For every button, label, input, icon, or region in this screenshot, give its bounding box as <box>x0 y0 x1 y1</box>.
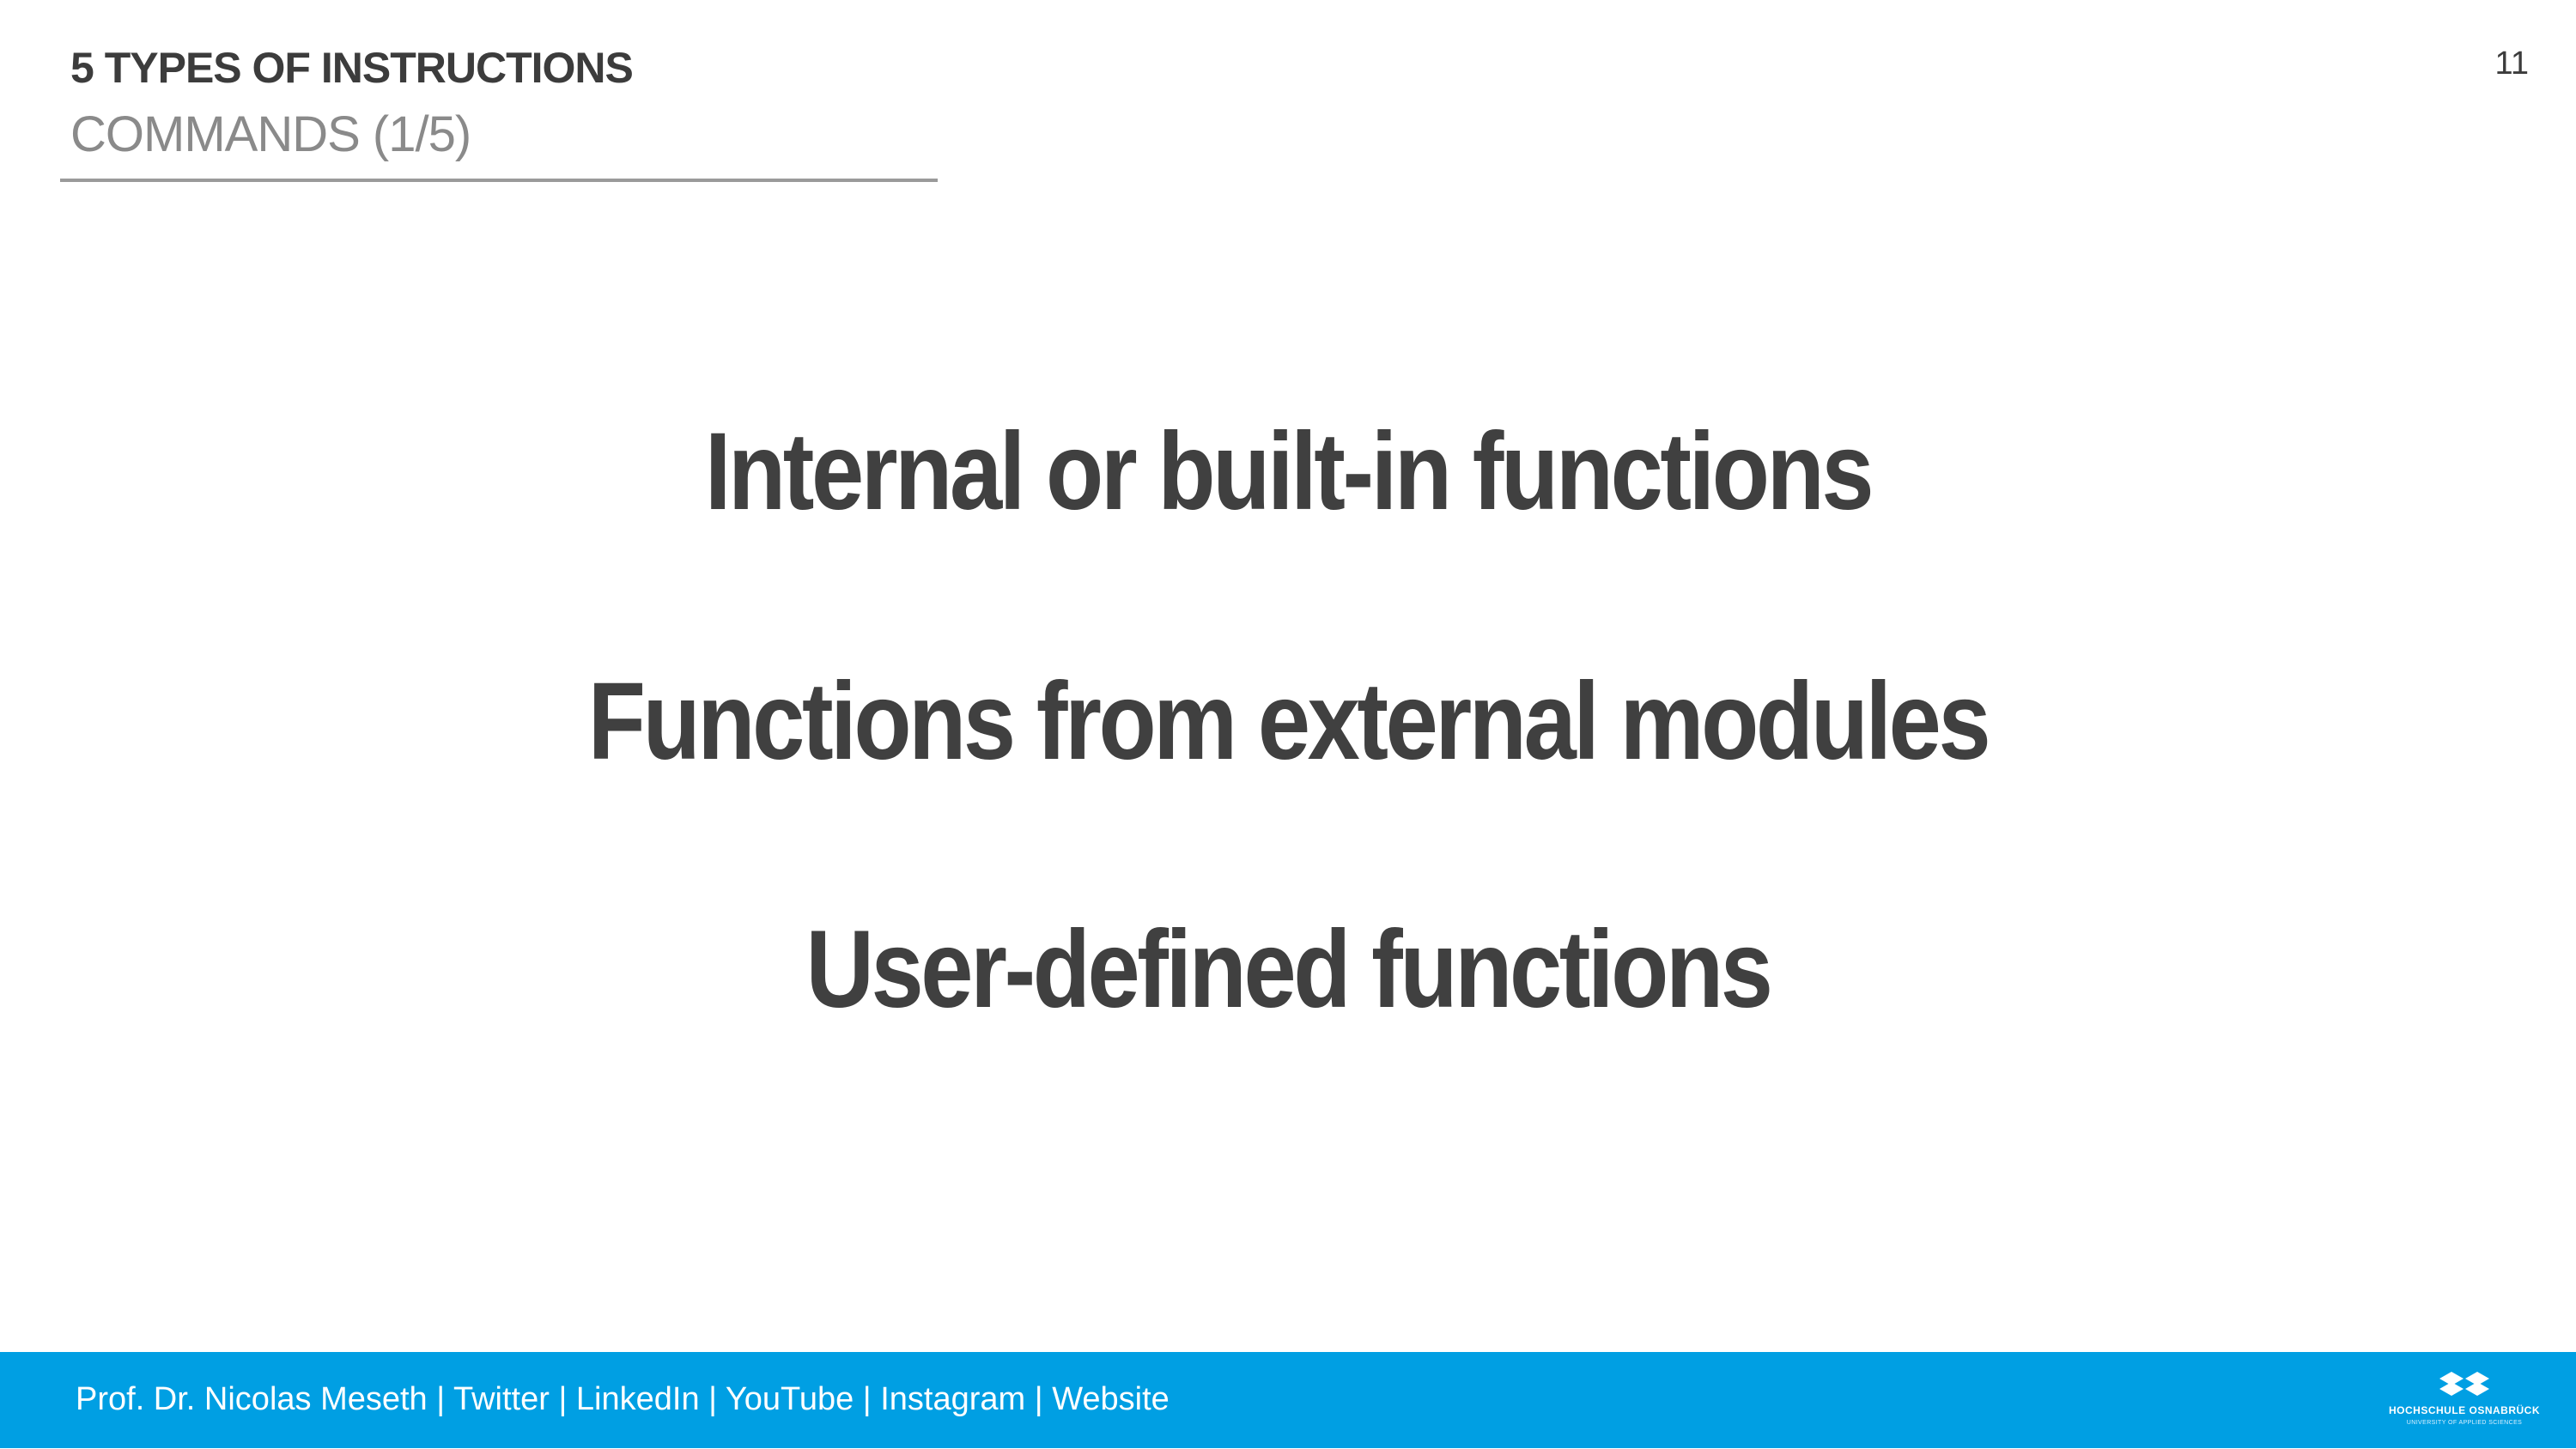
footer-separator: | <box>1025 1381 1053 1417</box>
footer-link-youtube[interactable]: YouTube <box>726 1381 854 1417</box>
logo-tagline: UNIVERSITY OF APPLIED SCIENCES <box>2406 1420 2523 1426</box>
footer-link-twitter[interactable]: Twitter <box>453 1381 550 1417</box>
list-item-external-module-functions: Functions from external modules <box>587 660 1991 783</box>
function-types-list: Internal or built-in functions Functions… <box>0 0 2576 1352</box>
footer-link-website[interactable]: Website <box>1052 1381 1170 1417</box>
footer-separator: | <box>427 1381 453 1417</box>
footer-author: Prof. Dr. Nicolas Meseth <box>76 1381 428 1417</box>
list-item-user-defined-functions: User-defined functions <box>805 908 1772 1031</box>
university-logo-icon <box>2439 1372 2489 1396</box>
university-logo: HOCHSCHULE OSNABRÜCK UNIVERSITY OF APPLI… <box>2387 1370 2542 1434</box>
list-item-builtin-functions: Internal or built-in functions <box>704 410 1874 533</box>
footer-link-linkedin[interactable]: LinkedIn <box>576 1381 700 1417</box>
footer-separator: | <box>854 1381 881 1417</box>
footer-separator: | <box>549 1381 576 1417</box>
footer-separator: | <box>699 1381 726 1417</box>
footer-link-instagram[interactable]: Instagram <box>880 1381 1025 1417</box>
logo-name: HOCHSCHULE OSNABRÜCK <box>2388 1404 2540 1416</box>
footer-links: Prof. Dr. Nicolas Meseth | Twitter | Lin… <box>76 1381 1170 1418</box>
